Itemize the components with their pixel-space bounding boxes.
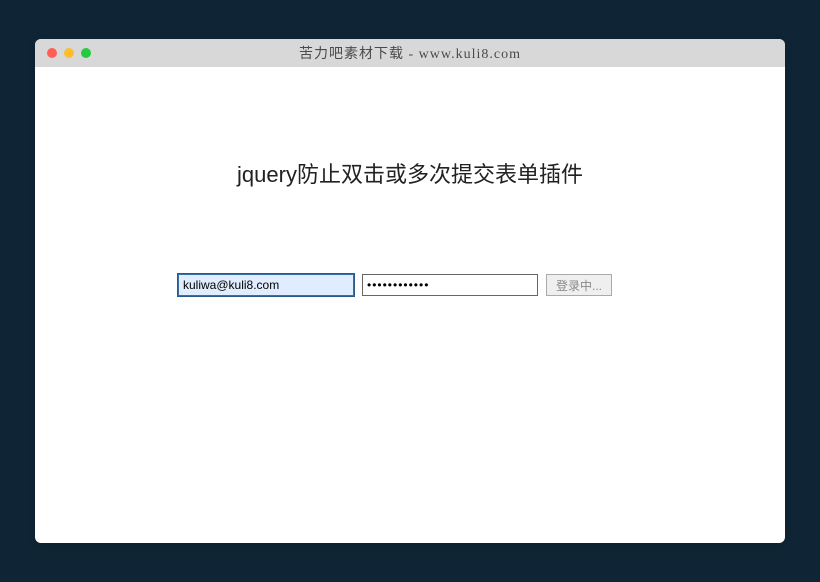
browser-window: 苦力吧素材下载 - www.kuli8.com jquery防止双击或多次提交表… bbox=[35, 39, 785, 543]
page-heading: jquery防止双击或多次提交表单插件 bbox=[35, 157, 785, 189]
email-field[interactable] bbox=[178, 274, 354, 296]
submit-button[interactable]: 登录中... bbox=[546, 274, 612, 296]
page-content: jquery防止双击或多次提交表单插件 登录中... bbox=[35, 67, 785, 296]
password-field[interactable] bbox=[362, 274, 538, 296]
login-form: 登录中... bbox=[35, 274, 785, 296]
window-title: 苦力吧素材下载 - www.kuli8.com bbox=[35, 43, 785, 63]
titlebar: 苦力吧素材下载 - www.kuli8.com bbox=[35, 39, 785, 67]
